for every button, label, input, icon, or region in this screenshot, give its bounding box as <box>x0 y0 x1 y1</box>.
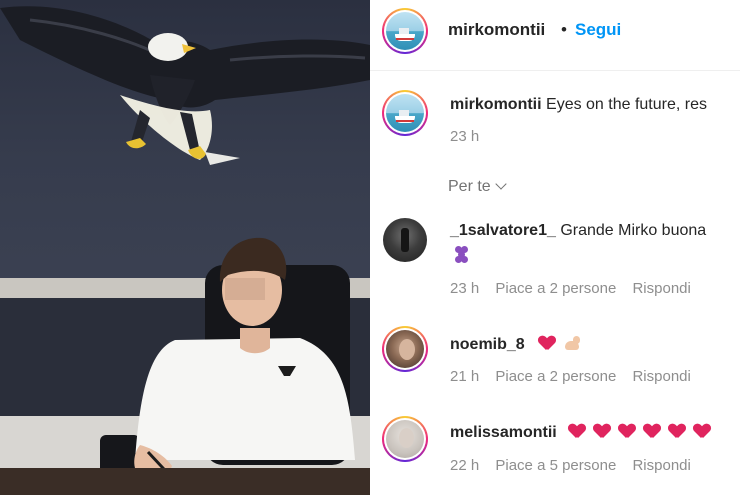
grapes-emoji <box>455 246 469 264</box>
comment-avatar[interactable] <box>382 416 428 462</box>
comment-time: 23 h <box>450 280 480 297</box>
comment-username[interactable]: melissamontii <box>450 424 557 441</box>
comment-body: noemib_8 <box>450 335 582 354</box>
comment-username[interactable]: noemib_8 <box>450 336 525 353</box>
comment-likes[interactable]: Piace a 2 persone <box>495 368 616 385</box>
red-heart-emoji <box>569 424 585 439</box>
red-heart-emoji <box>644 424 660 439</box>
boat-avatar-icon <box>386 94 424 132</box>
caption-text: Eyes on the future, res <box>546 96 707 113</box>
caption-time: 23 h <box>450 128 480 145</box>
boy-at-desk <box>100 237 355 490</box>
reply-button[interactable]: Rispondi <box>632 368 690 385</box>
reply-button[interactable]: Rispondi <box>632 457 690 474</box>
header-separator: • <box>561 20 567 39</box>
comment-meta: 21 h Piace a 2 persone Rispondi <box>450 368 691 385</box>
caption-username[interactable]: mirkomontii <box>450 96 542 113</box>
heart-row <box>569 424 719 441</box>
header-avatar[interactable] <box>382 8 428 54</box>
comment-avatar[interactable] <box>382 326 428 372</box>
red-heart-emoji <box>619 424 635 439</box>
comment-likes[interactable]: Piace a 2 persone <box>495 280 616 297</box>
comment-avatar[interactable] <box>383 218 427 262</box>
desk <box>0 468 370 495</box>
caption: mirkomontii Eyes on the future, res <box>450 96 707 114</box>
header-username[interactable]: mirkomontii <box>448 20 545 40</box>
header-divider <box>370 70 740 71</box>
comment-meta: 23 h Piace a 2 persone Rispondi <box>450 280 691 297</box>
reply-button[interactable]: Rispondi <box>632 280 690 297</box>
red-heart-emoji <box>539 336 555 351</box>
post-photo[interactable] <box>0 0 370 495</box>
comment-time: 22 h <box>450 457 480 474</box>
comment-body: _1salvatore1_ Grande Mirko buona <box>450 222 706 240</box>
see-translation-label: Per te <box>448 178 491 195</box>
comment-time: 21 h <box>450 368 480 385</box>
comment-body: melissamontii <box>450 424 719 442</box>
flexed-biceps-emoji <box>564 335 582 351</box>
comment-username[interactable]: _1salvatore1_ <box>450 222 556 239</box>
see-translation-toggle[interactable]: Per te <box>448 178 507 196</box>
caption-avatar[interactable] <box>382 90 428 136</box>
comment-text: Grande Mirko buona <box>560 222 707 239</box>
boat-avatar-icon <box>386 12 424 50</box>
red-heart-emoji <box>594 424 610 439</box>
follow-button[interactable]: Segui <box>575 20 621 40</box>
red-heart-emoji <box>669 424 685 439</box>
comment-meta: 22 h Piace a 5 persone Rispondi <box>450 457 691 474</box>
comment-likes[interactable]: Piace a 5 persone <box>495 457 616 474</box>
chevron-down-icon <box>495 178 507 190</box>
red-heart-emoji <box>694 424 710 439</box>
comments-panel: mirkomontii • Segui mirkomontii Eyes on … <box>370 0 740 495</box>
